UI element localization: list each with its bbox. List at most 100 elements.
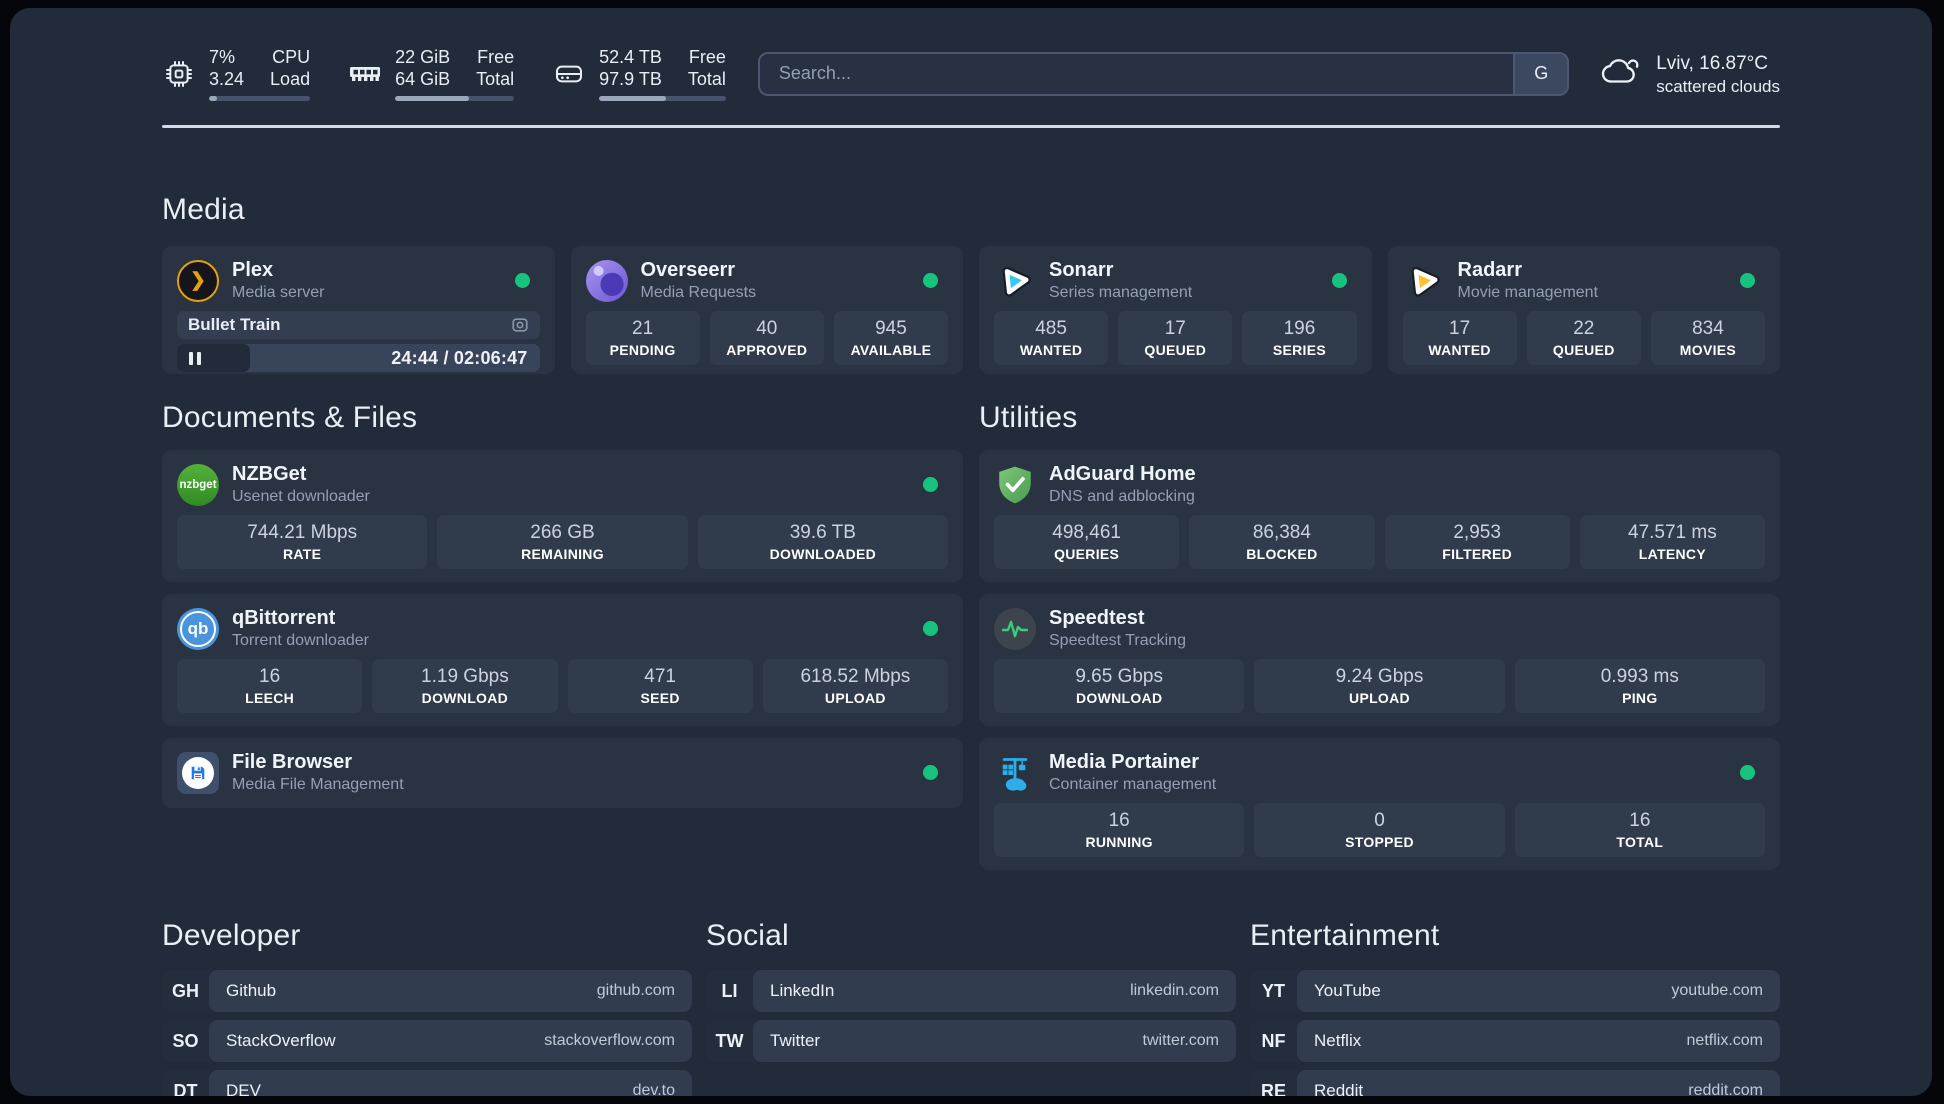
link-abbr: RE bbox=[1260, 1080, 1286, 1097]
link-linkedin[interactable]: LI LinkedIn linkedin.com bbox=[706, 970, 1236, 1012]
link-abbr: TW bbox=[715, 1030, 744, 1051]
search-bar: G bbox=[757, 51, 1570, 96]
weather-condition: scattered clouds bbox=[1656, 76, 1780, 96]
filebrowser-name: File Browser bbox=[232, 751, 353, 773]
cpu-stat-group: 7% CPU 3.24 Load bbox=[162, 46, 311, 101]
disk-total-value: 97.9 TB bbox=[599, 69, 662, 89]
link-name: Reddit bbox=[1314, 1081, 1364, 1096]
cpu-usage-label: CPU bbox=[272, 47, 311, 67]
adguard-desc: DNS and adblocking bbox=[1049, 488, 1195, 505]
link-twitter[interactable]: TW Twitter twitter.com bbox=[706, 1020, 1236, 1062]
link-name: Netflix bbox=[1314, 1031, 1362, 1050]
sonarr-card[interactable]: Sonarr Series management 485 WANTED 17 Q… bbox=[979, 246, 1372, 374]
link-url: stackoverflow.com bbox=[544, 1032, 675, 1049]
sonarr-name: Sonarr bbox=[1049, 259, 1114, 281]
status-dot bbox=[1331, 273, 1347, 288]
stat-box: 47.571 ms LATENCY bbox=[1579, 515, 1765, 569]
plex-card[interactable]: ❯ Plex Media server Bullet Train 24:44 /… bbox=[162, 246, 555, 374]
stat-box: 16 RUNNING bbox=[994, 803, 1245, 857]
search-input[interactable] bbox=[759, 53, 1514, 94]
cpu-icon bbox=[162, 57, 196, 91]
status-dot bbox=[1740, 765, 1755, 780]
radarr-icon bbox=[1403, 260, 1445, 302]
stat-box: 9.24 Gbps UPLOAD bbox=[1254, 659, 1505, 713]
nzbget-card[interactable]: nzbget NZBGet Usenet downloader 744.21 M… bbox=[162, 450, 963, 582]
qbittorrent-icon: qb bbox=[177, 607, 219, 650]
sonarr-icon bbox=[994, 260, 1036, 302]
cpu-load-value: 3.24 bbox=[209, 69, 245, 89]
dashboard: 7% CPU 3.24 Load 22 GiB Free 64 GiB Tota… bbox=[10, 8, 1932, 1096]
playback-time: 24:44 / 02:06:47 bbox=[391, 347, 528, 368]
filebrowser-desc: Media File Management bbox=[232, 776, 404, 793]
stat-box: 16 TOTAL bbox=[1514, 803, 1765, 857]
plex-name: Plex bbox=[232, 259, 274, 281]
speedtest-card[interactable]: Speedtest Speedtest Tracking 9.65 Gbps D… bbox=[979, 594, 1780, 726]
adguard-icon bbox=[994, 464, 1036, 506]
stat-box: 945 AVAILABLE bbox=[833, 311, 949, 365]
ram-icon bbox=[348, 57, 382, 91]
status-dot bbox=[923, 621, 938, 636]
link-reddit[interactable]: RE Reddit reddit.com bbox=[1250, 1070, 1780, 1096]
plex-now-playing: Bullet Train bbox=[177, 311, 540, 339]
stat-box: 196 SERIES bbox=[1242, 311, 1357, 365]
ram-total-label: Total bbox=[476, 69, 515, 89]
radarr-card[interactable]: Radarr Movie management 17 WANTED 22 QUE… bbox=[1387, 246, 1780, 374]
ram-free-label: Free bbox=[477, 47, 515, 67]
stat-box: 17 WANTED bbox=[1402, 311, 1517, 365]
section-title-media: Media bbox=[162, 193, 245, 226]
cpu-load-label: Load bbox=[270, 69, 311, 89]
disk-free-label: Free bbox=[688, 47, 726, 67]
speedtest-name: Speedtest bbox=[1049, 607, 1145, 629]
stat-box: 618.52 Mbps UPLOAD bbox=[762, 659, 948, 713]
status-dot bbox=[923, 765, 938, 780]
portainer-desc: Container management bbox=[1049, 776, 1217, 793]
link-url: youtube.com bbox=[1671, 982, 1763, 999]
link-netflix[interactable]: NF Netflix netflix.com bbox=[1250, 1020, 1780, 1062]
nzbget-name: NZBGet bbox=[232, 463, 307, 485]
now-playing-title: Bullet Train bbox=[188, 315, 281, 334]
link-stackoverflow[interactable]: SO StackOverflow stackoverflow.com bbox=[162, 1020, 692, 1062]
portainer-name: Media Portainer bbox=[1049, 751, 1200, 773]
overseerr-icon bbox=[585, 259, 628, 302]
adguard-card[interactable]: AdGuard Home DNS and adblocking 498,461 … bbox=[979, 450, 1780, 582]
system-stats: 7% CPU 3.24 Load 22 GiB Free 64 GiB Tota… bbox=[162, 46, 726, 101]
link-dev[interactable]: DT DEV dev.to bbox=[162, 1070, 692, 1096]
plex-progress-bar: 24:44 / 02:06:47 bbox=[177, 344, 540, 372]
stat-box: 39.6 TB DOWNLOADED bbox=[697, 515, 948, 569]
link-url: dev.to bbox=[632, 1082, 675, 1096]
speedtest-desc: Speedtest Tracking bbox=[1049, 632, 1186, 649]
filebrowser-card[interactable]: File Browser Media File Management bbox=[162, 738, 963, 808]
search-engine-button[interactable]: G bbox=[1513, 53, 1568, 94]
link-abbr: SO bbox=[172, 1030, 199, 1051]
stat-box: 498,461 QUERIES bbox=[994, 515, 1180, 569]
link-name: StackOverflow bbox=[226, 1031, 336, 1050]
section-title-entertainment: Entertainment bbox=[1250, 919, 1440, 952]
cloud-icon bbox=[1601, 56, 1641, 91]
stat-box: 485 WANTED bbox=[994, 311, 1109, 365]
link-url: twitter.com bbox=[1142, 1032, 1219, 1049]
pause-icon bbox=[189, 351, 201, 365]
section-title-utilities: Utilities bbox=[979, 401, 1078, 434]
cpu-progress-bar bbox=[209, 96, 311, 101]
portainer-card[interactable]: Media Portainer Container management 16 … bbox=[979, 738, 1780, 870]
section-title-documents: Documents & Files bbox=[162, 401, 418, 434]
portainer-icon bbox=[994, 752, 1036, 794]
weather-widget: Lviv, 16.87°C scattered clouds bbox=[1601, 51, 1780, 97]
link-youtube[interactable]: YT YouTube youtube.com bbox=[1250, 970, 1780, 1012]
qbittorrent-desc: Torrent downloader bbox=[232, 632, 369, 649]
stat-box: 471 SEED bbox=[567, 659, 753, 713]
status-dot bbox=[923, 273, 938, 288]
stat-box: 2,953 FILTERED bbox=[1384, 515, 1570, 569]
qbittorrent-card[interactable]: qb qBittorrent Torrent downloader 16 LEE… bbox=[162, 594, 963, 726]
sonarr-desc: Series management bbox=[1049, 284, 1193, 301]
status-dot bbox=[514, 273, 530, 288]
disk-free-value: 52.4 TB bbox=[599, 47, 662, 67]
nzbget-desc: Usenet downloader bbox=[232, 488, 370, 505]
link-github[interactable]: GH Github github.com bbox=[162, 970, 692, 1012]
ram-progress-bar bbox=[395, 96, 515, 101]
overseerr-desc: Media Requests bbox=[640, 284, 757, 301]
adguard-name: AdGuard Home bbox=[1049, 463, 1196, 485]
section-title-social: Social bbox=[706, 919, 789, 952]
overseerr-card[interactable]: Overseerr Media Requests 21 PENDING 40 A… bbox=[570, 246, 963, 374]
disk-total-label: Total bbox=[687, 69, 726, 89]
